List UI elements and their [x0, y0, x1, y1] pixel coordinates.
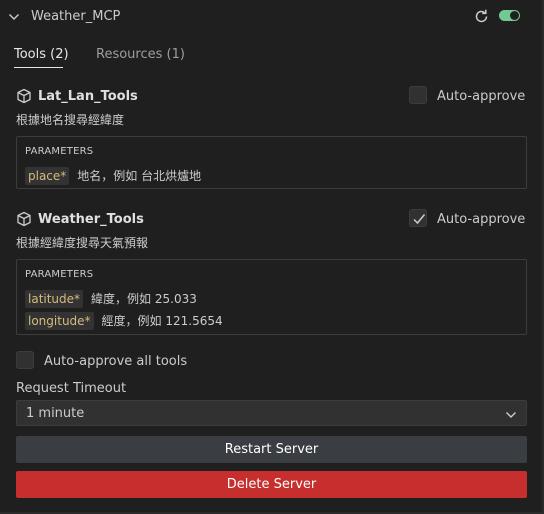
parameter-name: place*	[25, 167, 70, 185]
request-timeout-label: Request Timeout	[16, 381, 127, 396]
tool-description: 根據經緯度搜尋天氣預報	[16, 236, 149, 250]
cube-icon	[16, 88, 32, 104]
server-name: Weather_MCP	[31, 9, 121, 24]
auto-approve-all-label[interactable]: Auto-approve all tools	[44, 353, 187, 371]
tab-tools[interactable]: Tools (2)	[14, 46, 69, 64]
delete-server-button[interactable]: Delete Server	[16, 471, 527, 498]
chevron-down-icon	[504, 407, 518, 421]
tool-name: Weather_Tools	[38, 212, 144, 227]
refresh-icon[interactable]	[473, 8, 490, 25]
parameter-description: 地名，例如 台北烘爐地	[77, 169, 202, 183]
parameter-row: latitude* 緯度，例如 25.033	[25, 288, 197, 308]
chevron-down-icon[interactable]	[7, 9, 21, 23]
active-tab-indicator	[14, 67, 63, 68]
parameter-description: 經度，例如 121.5654	[101, 314, 223, 328]
parameter-row: longitude* 經度，例如 121.5654	[25, 310, 223, 330]
request-timeout-value: 1 minute	[26, 406, 85, 421]
auto-approve-all-checkbox[interactable]	[16, 351, 34, 369]
parameter-description: 緯度，例如 25.033	[91, 292, 197, 306]
parameters-heading: PARAMETERS	[25, 269, 94, 280]
request-timeout-select[interactable]: 1 minute	[16, 400, 527, 426]
mcp-server-panel: Weather_MCP Tools (2) Resources (1) Lat_…	[0, 0, 544, 514]
parameter-name: latitude*	[25, 290, 84, 308]
tool-name: Lat_Lan_Tools	[38, 89, 138, 104]
parameters-box: PARAMETERS place* 地名，例如 台北烘爐地	[16, 136, 527, 189]
auto-approve-checkbox[interactable]	[409, 209, 427, 227]
auto-approve-label[interactable]: Auto-approve	[437, 211, 525, 229]
parameters-heading: PARAMETERS	[25, 146, 94, 157]
auto-approve-label[interactable]: Auto-approve	[437, 88, 525, 106]
restart-server-button[interactable]: Restart Server	[16, 436, 527, 463]
server-header[interactable]: Weather_MCP	[0, 0, 544, 34]
server-enabled-toggle[interactable]	[499, 10, 520, 21]
cube-icon	[16, 211, 32, 227]
tab-resources[interactable]: Resources (1)	[96, 46, 185, 64]
parameters-box: PARAMETERS latitude* 緯度，例如 25.033 longitu…	[16, 259, 527, 335]
toggle-knob	[510, 11, 519, 20]
checkmark-icon	[413, 214, 426, 225]
auto-approve-checkbox[interactable]	[409, 86, 427, 104]
parameter-name: longitude*	[25, 312, 94, 330]
parameter-row: place* 地名，例如 台北烘爐地	[25, 165, 202, 185]
tool-description: 根據地名搜尋經緯度	[16, 113, 125, 127]
